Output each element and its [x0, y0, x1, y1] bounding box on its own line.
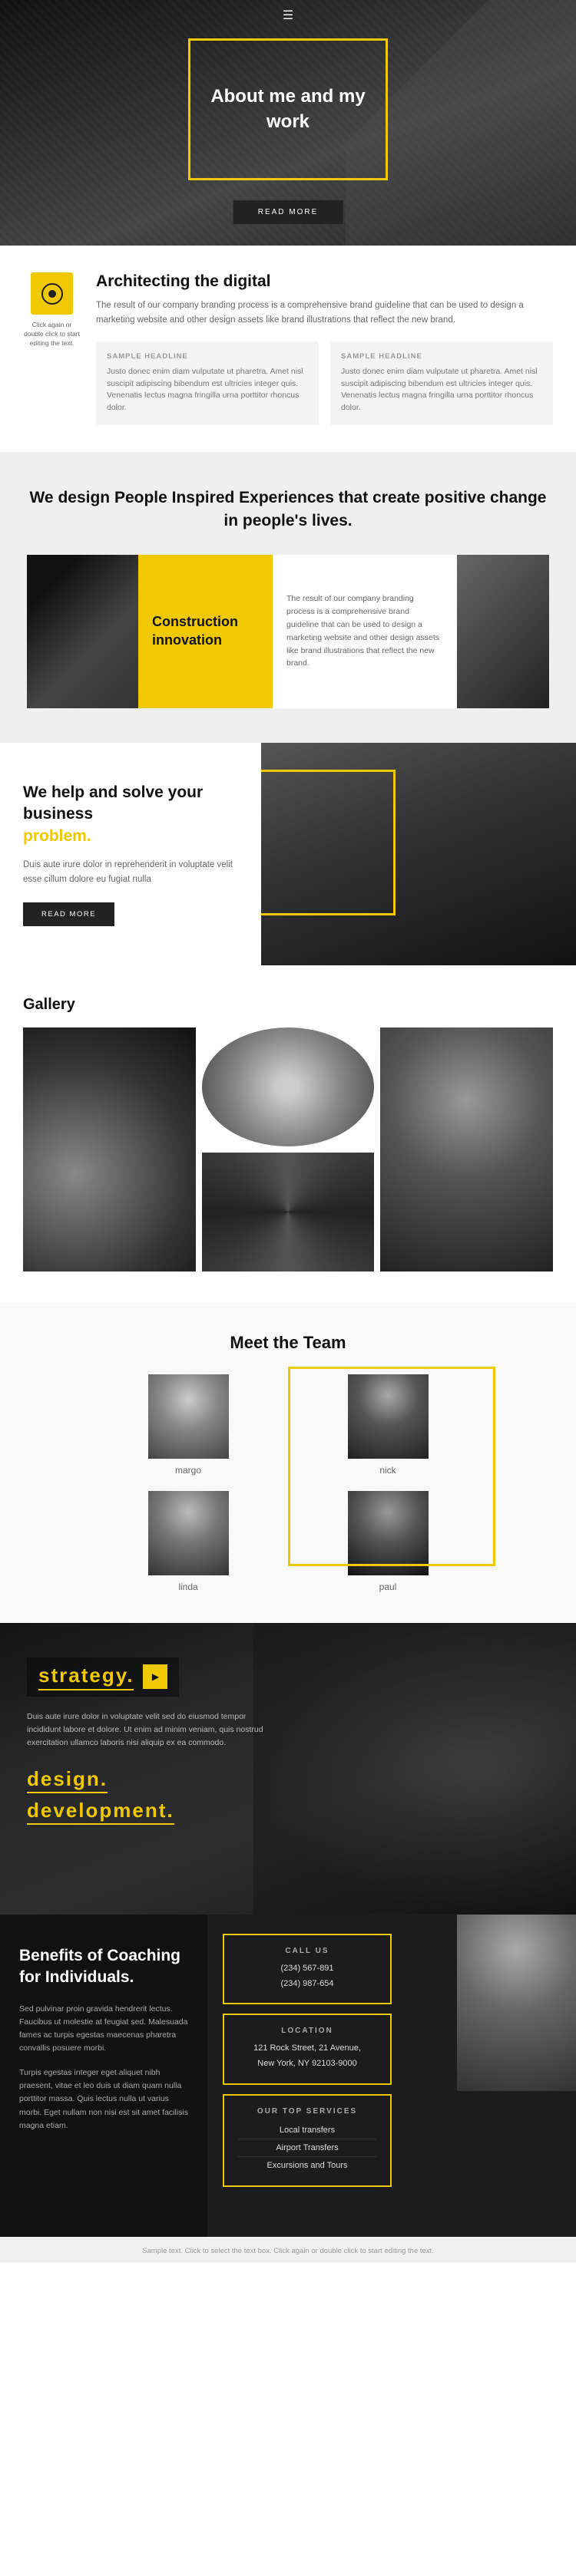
- design-section: We design People Inspired Experiences th…: [0, 452, 576, 743]
- nick-photo: [348, 1374, 429, 1459]
- business-title: We help and solve your business problem.: [23, 782, 238, 847]
- construction-desc-text: The result of our company branding proce…: [286, 592, 443, 670]
- services-label: OUR TOP SERVICES: [238, 2107, 376, 2116]
- service-item-3: Excursions and Tours: [238, 2157, 376, 2174]
- benefits-text-1: Sed pulvinar proin gravida hendrerit lec…: [19, 2003, 188, 2056]
- design-title: We design People Inspired Experiences th…: [27, 487, 549, 533]
- call-us-label: CALL US: [238, 1947, 376, 1955]
- construction-label: Construction innovation: [152, 613, 259, 649]
- team-section: Meet the Team margo nick linda paul: [0, 1302, 576, 1623]
- construction-description: The result of our company branding proce…: [273, 555, 457, 708]
- footer-note: Sample text. Click to select the text bo…: [0, 2237, 576, 2263]
- development-label: development.: [27, 1799, 174, 1825]
- gallery-title: Gallery: [23, 996, 553, 1014]
- sample-headline-1: SAMPLE HEADLINE: [107, 352, 308, 361]
- paul-photo: [348, 1491, 429, 1575]
- strategy-button-area[interactable]: strategy. ▶: [27, 1657, 179, 1697]
- service-item-1: Local transfers: [238, 2122, 376, 2139]
- margo-photo: [148, 1374, 229, 1459]
- sample-col-1: SAMPLE HEADLINE Justo donec enim diam vu…: [96, 341, 319, 425]
- gallery-item-2: [202, 1027, 375, 1146]
- business-right: [261, 743, 576, 965]
- contact-call-box: CALL US (234) 567-891 (234) 987-654: [223, 1934, 392, 2005]
- design-label: design.: [27, 1767, 108, 1793]
- service-item-2: Airport Transfers: [238, 2139, 376, 2157]
- play-button[interactable]: ▶: [143, 1664, 167, 1689]
- construction-left-image: [27, 555, 138, 708]
- linda-name: linda: [178, 1582, 197, 1592]
- gallery-section: Gallery: [0, 965, 576, 1302]
- construction-yellow-box: Construction innovation: [138, 555, 273, 708]
- nick-name: nick: [379, 1465, 396, 1476]
- location-address: 121 Rock Street, 21 Avenue,: [238, 2041, 376, 2057]
- business-section: We help and solve your business problem.…: [0, 743, 576, 965]
- contact-services-box: OUR TOP SERVICES Local transfers Airport…: [223, 2094, 392, 2187]
- development-link[interactable]: development.: [27, 1799, 549, 1822]
- team-grid: margo nick linda paul: [96, 1374, 480, 1592]
- benefits-right: CALL US (234) 567-891 (234) 987-654 LOCA…: [207, 1915, 576, 2237]
- contact-location-box: LOCATION 121 Rock Street, 21 Avenue, New…: [223, 2014, 392, 2085]
- gallery-item-1: [23, 1027, 196, 1272]
- hero-border-box: About me and my work: [188, 38, 388, 180]
- click-hint-text: Click again or double click to start edi…: [23, 321, 81, 348]
- strategy-label: strategy.: [38, 1664, 134, 1690]
- about-icon-box: [31, 272, 73, 315]
- gear-icon: [41, 283, 63, 305]
- design-link[interactable]: design.: [27, 1767, 549, 1791]
- gallery-item-3: [380, 1027, 553, 1272]
- about-content: Architecting the digital The result of o…: [96, 272, 553, 425]
- sample-headline-2: SAMPLE HEADLINE: [341, 352, 542, 361]
- construction-right-image: [457, 555, 549, 708]
- gallery-item-4: [202, 1153, 375, 1272]
- location-city: New York, NY 92103-9000: [238, 2057, 376, 2072]
- hero-section: ☰ About me and my work READ MORE: [0, 0, 576, 246]
- margo-name: margo: [175, 1465, 201, 1476]
- business-highlight: problem.: [23, 827, 91, 845]
- benefits-title: Benefits of Coaching for Individuals.: [19, 1945, 188, 1989]
- strategy-text: Duis aute irure dolor in voluptate velit…: [27, 1710, 273, 1750]
- business-left: We help and solve your business problem.…: [0, 743, 261, 965]
- construction-row: Construction innovation The result of ou…: [27, 555, 549, 708]
- team-member-margo: margo: [96, 1374, 280, 1476]
- team-title: Meet the Team: [23, 1333, 553, 1353]
- strategy-section: strategy. ▶ Duis aute irure dolor in vol…: [0, 1623, 576, 1915]
- team-member-linda: linda: [96, 1491, 280, 1592]
- sample-text-2: Justo donec enim diam vulputate ut phare…: [341, 366, 542, 414]
- about-icon-area: Click again or double click to start edi…: [23, 272, 81, 348]
- benefits-photo: [457, 1915, 576, 2091]
- team-member-nick: nick: [296, 1374, 480, 1476]
- business-read-more-button[interactable]: READ MORE: [23, 902, 114, 926]
- phone-2: (234) 987-654: [238, 1977, 376, 1992]
- hero-title: About me and my work: [190, 73, 386, 146]
- benefits-text-2: Turpis egestas integer eget aliquet nibh…: [19, 2066, 188, 2133]
- gallery-grid: [23, 1027, 553, 1272]
- hero-read-more-button[interactable]: READ MORE: [233, 200, 343, 224]
- about-description: The result of our company branding proce…: [96, 298, 553, 328]
- about-title: Architecting the digital: [96, 272, 553, 291]
- location-label: LOCATION: [238, 2027, 376, 2035]
- benefits-left: Benefits of Coaching for Individuals. Se…: [0, 1915, 207, 2237]
- business-desc: Duis aute irure dolor in reprehenderit i…: [23, 858, 238, 887]
- footer-note-text: Sample text. Click to select the text bo…: [142, 2247, 434, 2255]
- about-section: Click again or double click to start edi…: [0, 246, 576, 452]
- hamburger-menu[interactable]: ☰: [283, 8, 293, 23]
- team-member-paul: paul: [296, 1491, 480, 1592]
- phone-1: (234) 567-891: [238, 1961, 376, 1977]
- paul-name: paul: [379, 1582, 397, 1592]
- sample-columns: SAMPLE HEADLINE Justo donec enim diam vu…: [96, 341, 553, 425]
- sample-text-1: Justo donec enim diam vulputate ut phare…: [107, 366, 308, 414]
- sample-col-2: SAMPLE HEADLINE Justo donec enim diam vu…: [330, 341, 553, 425]
- linda-photo: [148, 1491, 229, 1575]
- benefits-section: Benefits of Coaching for Individuals. Se…: [0, 1915, 576, 2237]
